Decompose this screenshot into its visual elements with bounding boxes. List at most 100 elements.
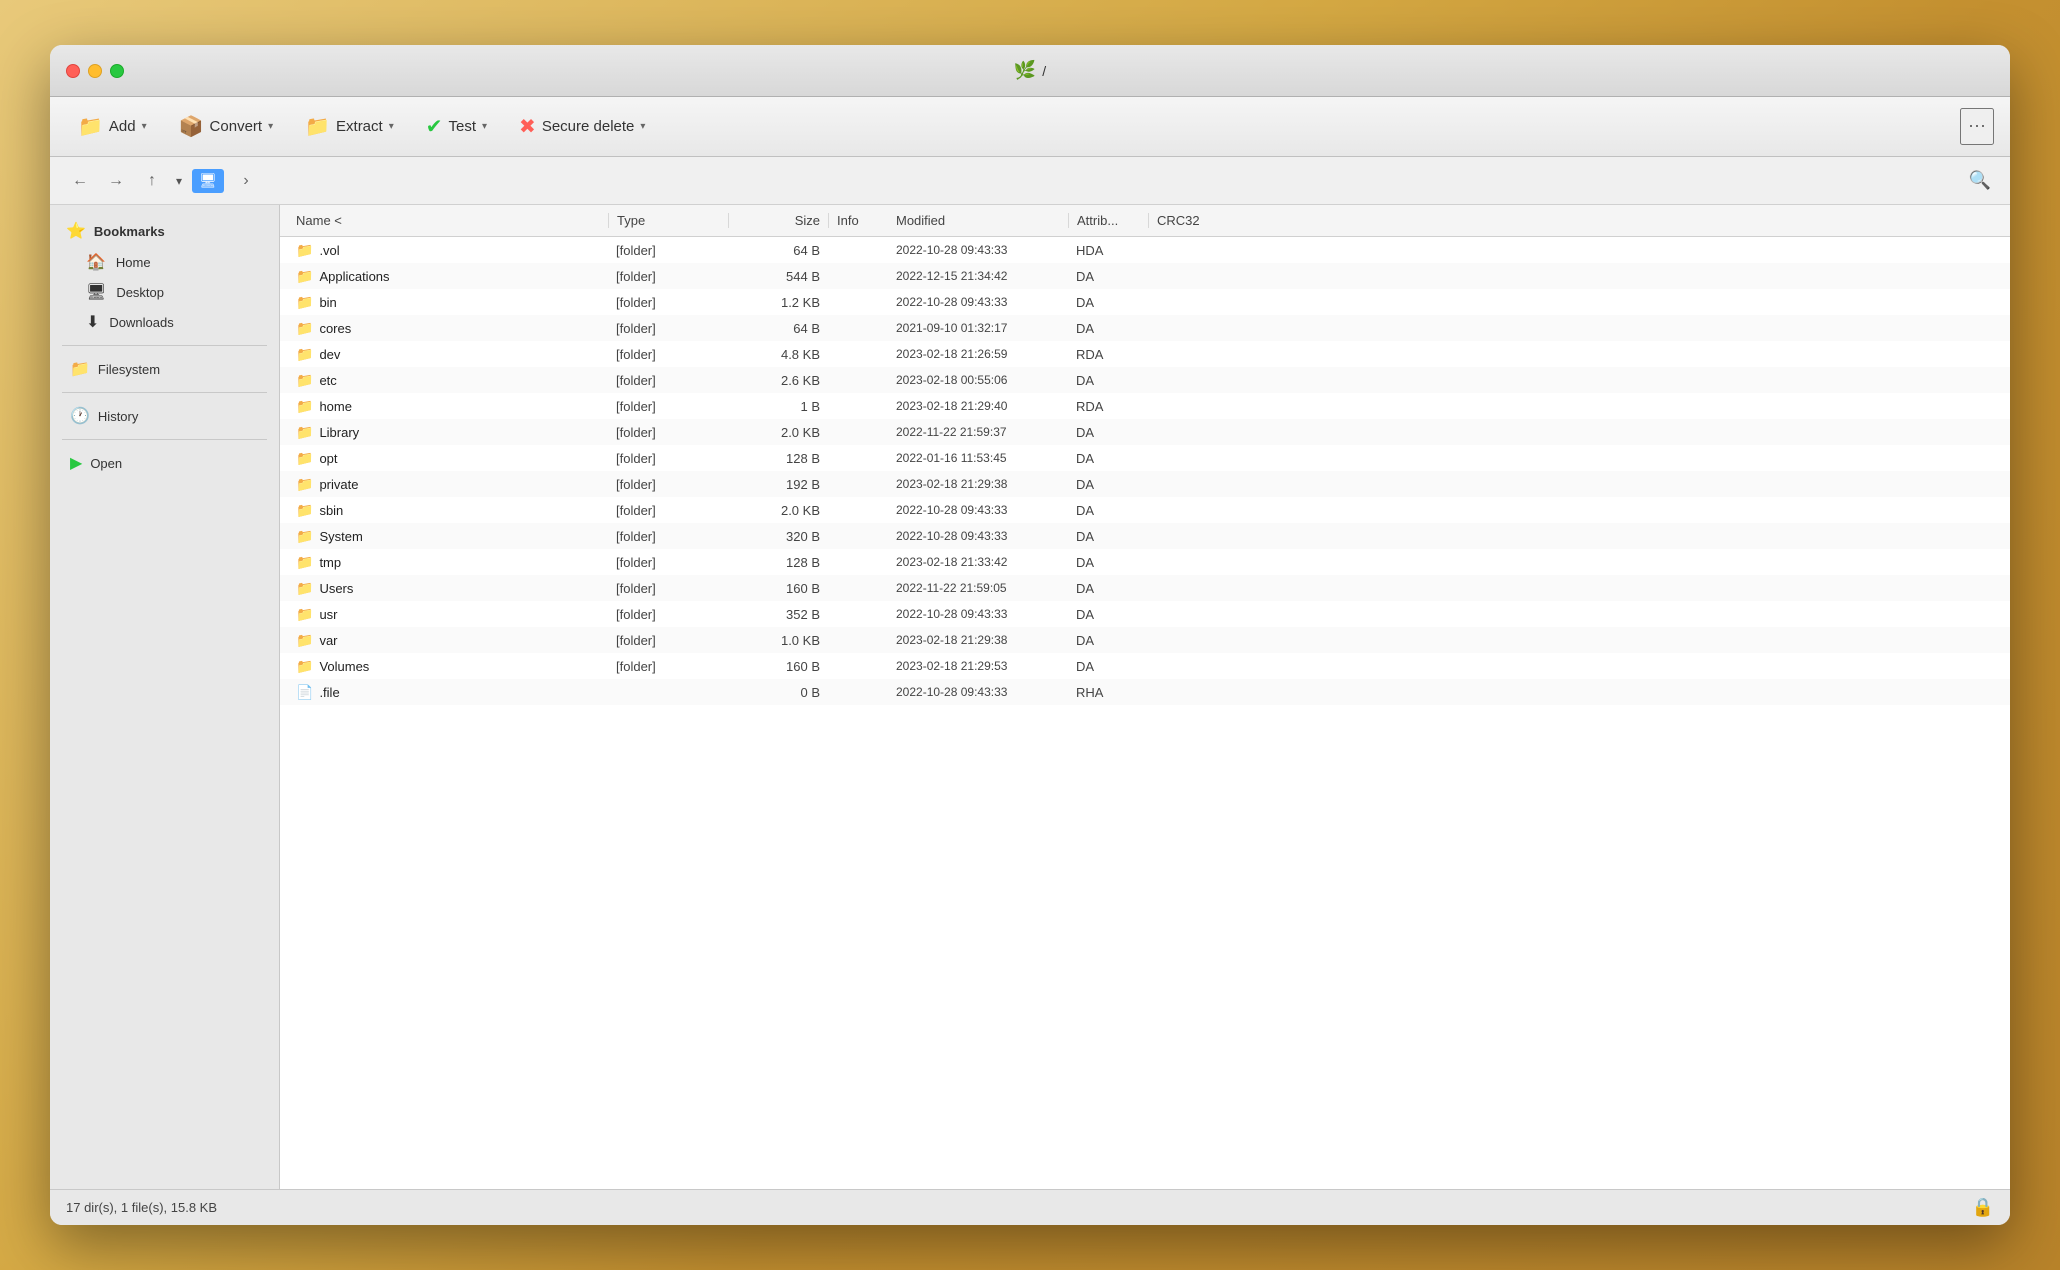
sidebar-item-downloads[interactable]: ⬇ Downloads (54, 307, 275, 337)
add-label: Add (109, 118, 136, 135)
table-row[interactable]: 📁 Users [folder] 160 B 2022-11-22 21:59:… (280, 575, 2010, 601)
file-modified: 2022-10-28 09:43:33 (888, 685, 1068, 699)
file-type: [folder] (608, 451, 728, 466)
sidebar-item-desktop-label: Desktop (116, 285, 164, 300)
col-header-size[interactable]: Size (728, 213, 828, 228)
desktop-icon: 🖥 (86, 282, 106, 302)
secure-delete-button[interactable]: ✖ Secure delete ▾ (507, 108, 657, 145)
table-row[interactable]: 📁 dev [folder] 4.8 KB 2023-02-18 21:26:5… (280, 341, 2010, 367)
file-name-cell: 📁 cores (288, 320, 608, 337)
file-name-cell: 📁 home (288, 398, 608, 415)
file-name: usr (319, 607, 337, 622)
sidebar-item-open[interactable]: ▶ Open (54, 448, 275, 478)
table-row[interactable]: 📁 usr [folder] 352 B 2022-10-28 09:43:33… (280, 601, 2010, 627)
file-name-cell: 📁 Users (288, 580, 608, 597)
forward-button[interactable]: → (102, 167, 130, 195)
folder-icon: 📁 (296, 528, 313, 545)
folder-icon: 📁 (296, 372, 313, 389)
folder-icon: 📁 (296, 450, 313, 467)
file-modified: 2023-02-18 21:29:53 (888, 659, 1068, 673)
file-type: [folder] (608, 555, 728, 570)
nav-forward2-button[interactable]: › (232, 167, 260, 195)
table-row[interactable]: 📄 .file 0 B 2022-10-28 09:43:33 RHA (280, 679, 2010, 705)
file-size: 64 B (728, 243, 828, 258)
folder-icon: 📁 (296, 268, 313, 285)
col-header-crc32[interactable]: CRC32 (1148, 213, 2002, 228)
file-modified: 2023-02-18 21:29:38 (888, 477, 1068, 491)
nav-dropdown-icon[interactable]: ▾ (174, 172, 184, 190)
convert-button[interactable]: 📦 Convert ▾ (167, 108, 285, 145)
sidebar-item-home[interactable]: 🏠 Home (54, 247, 275, 277)
bookmarks-star-icon: ⭐ (66, 221, 86, 241)
table-row[interactable]: 📁 Library [folder] 2.0 KB 2022-11-22 21:… (280, 419, 2010, 445)
up-button[interactable]: ↑ (138, 167, 166, 195)
table-row[interactable]: 📁 etc [folder] 2.6 KB 2023-02-18 00:55:0… (280, 367, 2010, 393)
folder-icon: 📁 (296, 346, 313, 363)
sidebar-divider-1 (62, 345, 267, 346)
file-name-cell: 📁 etc (288, 372, 608, 389)
file-attrib: RHA (1068, 685, 1148, 700)
table-row[interactable]: 📁 opt [folder] 128 B 2022-01-16 11:53:45… (280, 445, 2010, 471)
col-header-attrib[interactable]: Attrib... (1068, 213, 1148, 228)
table-row[interactable]: 📁 Applications [folder] 544 B 2022-12-15… (280, 263, 2010, 289)
back-button[interactable]: ← (66, 167, 94, 195)
secure-delete-label: Secure delete (542, 118, 635, 135)
sidebar-item-downloads-label: Downloads (109, 315, 173, 330)
sidebar-item-home-label: Home (116, 255, 151, 270)
file-name-cell: 📁 Library (288, 424, 608, 441)
sidebar-item-history[interactable]: 🕐 History (54, 401, 275, 431)
close-button[interactable] (66, 64, 80, 78)
file-name-cell: 📁 Applications (288, 268, 608, 285)
table-row[interactable]: 📁 private [folder] 192 B 2023-02-18 21:2… (280, 471, 2010, 497)
file-size: 128 B (728, 451, 828, 466)
table-row[interactable]: 📁 tmp [folder] 128 B 2023-02-18 21:33:42… (280, 549, 2010, 575)
sidebar-item-desktop[interactable]: 🖥 Desktop (54, 277, 275, 307)
file-size: 320 B (728, 529, 828, 544)
table-row[interactable]: 📁 cores [folder] 64 B 2021-09-10 01:32:1… (280, 315, 2010, 341)
file-size: 2.0 KB (728, 425, 828, 440)
table-row[interactable]: 📁 .vol [folder] 64 B 2022-10-28 09:43:33… (280, 237, 2010, 263)
col-header-modified[interactable]: Modified (888, 213, 1068, 228)
col-header-type[interactable]: Type (608, 213, 728, 228)
sidebar-item-filesystem[interactable]: 📁 Filesystem (54, 354, 275, 384)
file-size: 1 B (728, 399, 828, 414)
file-name-cell: 📁 usr (288, 606, 608, 623)
file-name-cell: 📁 System (288, 528, 608, 545)
file-type: [folder] (608, 399, 728, 414)
file-area: Name < Type Size Info Modified Attrib... (280, 205, 2010, 1189)
search-button[interactable]: 🔍 (1966, 167, 1994, 195)
table-row[interactable]: 📁 var [folder] 1.0 KB 2023-02-18 21:29:3… (280, 627, 2010, 653)
col-header-info[interactable]: Info (828, 213, 888, 228)
file-type: [folder] (608, 373, 728, 388)
file-name: var (319, 633, 337, 648)
extract-button[interactable]: 📁 Extract ▾ (293, 108, 406, 145)
folder-icon: 📁 (296, 476, 313, 493)
file-type: [folder] (608, 321, 728, 336)
col-header-name[interactable]: Name < (288, 213, 608, 228)
folder-icon: 📁 (296, 320, 313, 337)
table-row[interactable]: 📁 bin [folder] 1.2 KB 2022-10-28 09:43:3… (280, 289, 2010, 315)
file-attrib: DA (1068, 477, 1148, 492)
maximize-button[interactable] (110, 64, 124, 78)
table-row[interactable]: 📁 home [folder] 1 B 2023-02-18 21:29:40 … (280, 393, 2010, 419)
minimize-button[interactable] (88, 64, 102, 78)
test-button[interactable]: ✔ Test ▾ (414, 108, 499, 145)
file-attrib: DA (1068, 269, 1148, 284)
folder-icon: 📁 (296, 294, 313, 311)
file-name-cell: 📁 dev (288, 346, 608, 363)
file-attrib: RDA (1068, 347, 1148, 362)
table-row[interactable]: 📁 sbin [folder] 2.0 KB 2022-10-28 09:43:… (280, 497, 2010, 523)
main-area: ⭐ Bookmarks 🏠 Home 🖥 Desktop ⬇ Downloads… (50, 205, 2010, 1189)
table-row[interactable]: 📁 Volumes [folder] 160 B 2023-02-18 21:2… (280, 653, 2010, 679)
file-name-cell: 📁 Volumes (288, 658, 608, 675)
more-button[interactable]: ⋯ (1960, 108, 1994, 145)
secure-delete-chevron-icon: ▾ (640, 121, 645, 132)
window-controls (66, 64, 124, 78)
file-modified: 2022-11-22 21:59:37 (888, 425, 1068, 439)
file-name: home (319, 399, 352, 414)
file-name: sbin (319, 503, 343, 518)
file-size: 64 B (728, 321, 828, 336)
table-row[interactable]: 📁 System [folder] 320 B 2022-10-28 09:43… (280, 523, 2010, 549)
add-button[interactable]: 📁 Add ▾ (66, 108, 159, 145)
file-attrib: DA (1068, 529, 1148, 544)
